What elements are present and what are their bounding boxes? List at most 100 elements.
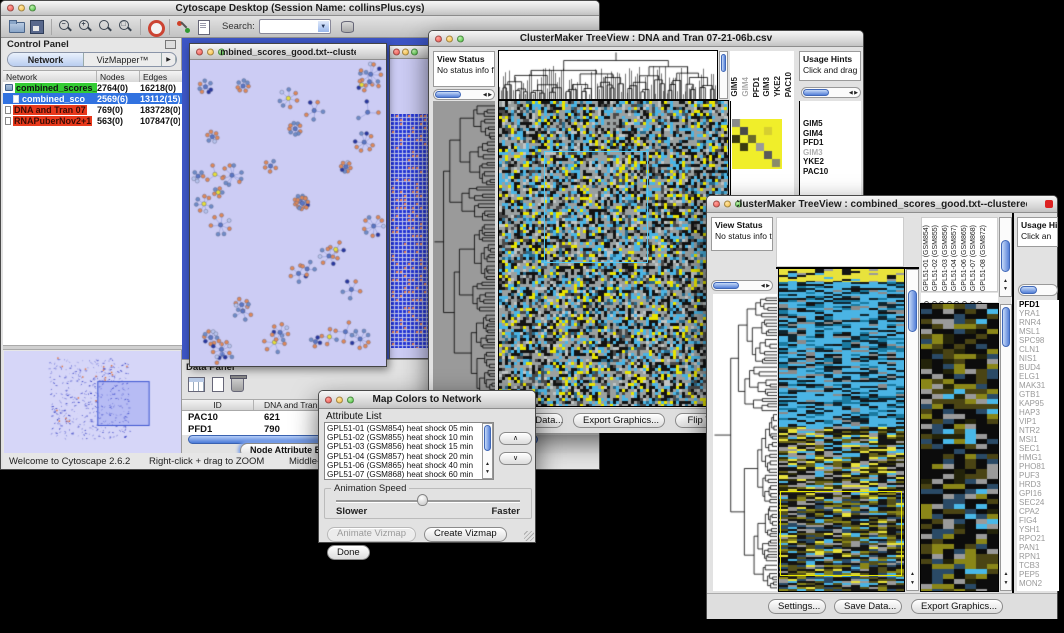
export-graphics-button[interactable]: Export Graphics... [911,599,1003,614]
column-label[interactable]: PFD1 [752,77,763,97]
close-icon[interactable] [713,201,720,208]
minimize-icon[interactable] [446,35,453,42]
network-nodes-icon[interactable] [174,18,194,35]
main-titlebar[interactable]: Cytoscape Desktop (Session Name: collins… [1,1,599,16]
scroll-arrows-icon[interactable] [483,90,492,99]
zoom-in-icon[interactable]: + [76,18,96,35]
gene-label[interactable]: PEP5 [1019,570,1059,579]
attribute-list-item[interactable]: GPL51-03 (GSM856) heat shock 15 min [327,442,491,451]
zoom-window-icon[interactable] [411,49,418,56]
column-label[interactable]: YKE2 [773,76,784,97]
dialog-button[interactable]: Animate Vizmap [327,527,416,542]
scroll-down-icon[interactable] [1001,580,1011,587]
column-label[interactable]: GIM5 [730,77,741,97]
scroll-arrows-icon[interactable] [761,281,770,290]
gene-label[interactable]: HMG1 [1019,453,1059,462]
dna-titlebar[interactable]: ClusterMaker TreeView : DNA and Tran 07-… [429,31,863,47]
gene-label[interactable]: RPN1 [1019,552,1059,561]
gene-label[interactable]: SPC98 [1019,336,1059,345]
label-vertical-scrollbar[interactable] [999,217,1012,297]
delete-attribute-icon[interactable] [231,377,244,392]
gene-label[interactable]: GPI16 [1019,489,1059,498]
view-status-scrollbar[interactable] [433,89,495,100]
save-data-button[interactable]: Save Data... [834,599,902,614]
scroll-down-icon[interactable] [907,580,918,587]
gene-label[interactable]: MSL1 [1019,327,1059,336]
scroll-thumb[interactable] [721,54,726,72]
view-status-scrollbar[interactable] [711,280,773,291]
row-dendrogram[interactable] [713,294,777,591]
gene-label[interactable]: PHO81 [1019,462,1059,471]
new-attribute-icon[interactable] [212,377,224,392]
usage-hints-scrollbar[interactable] [1018,284,1058,296]
panel-splitter[interactable] [3,345,182,350]
gene-label[interactable]: PAN1 [1019,543,1059,552]
scroll-up-icon[interactable] [1000,278,1011,285]
attribute-list-scrollbar[interactable] [482,423,493,479]
heatmap-selection-box[interactable] [544,151,648,263]
gene-label[interactable]: KAP95 [1019,399,1059,408]
zoom-fit-icon[interactable]: □ [116,18,136,35]
scroll-thumb[interactable] [484,425,491,451]
gene-label[interactable]: PFD1 [803,138,861,148]
gene-label[interactable]: YSH1 [1019,525,1059,534]
minimize-icon[interactable] [336,396,343,403]
settings-button[interactable]: Settings... [768,599,826,614]
tab-overflow-arrow-icon[interactable] [162,53,176,66]
gene-label[interactable]: NIS1 [1019,354,1059,363]
gene-label[interactable]: NTR2 [1019,426,1059,435]
scroll-thumb[interactable] [713,282,739,289]
help-lifesaver-icon[interactable] [145,18,165,35]
close-icon[interactable] [7,5,14,12]
attribute-table-icon[interactable] [188,377,205,392]
scroll-thumb[interactable] [908,290,917,332]
network-view-titlebar[interactable]: combined_scores_good.txt--cluste... [190,44,386,60]
dense-network-grid-view[interactable] [391,114,429,348]
minimize-icon[interactable] [207,48,214,55]
scroll-up-icon[interactable] [483,461,492,468]
open-session-icon[interactable] [7,18,27,35]
gene-label[interactable]: GIM3 [803,148,861,158]
minimize-icon[interactable] [402,49,409,56]
gene-label[interactable]: PFD1 [1019,300,1059,309]
column-dendrogram[interactable] [499,51,717,99]
gene-label[interactable]: SEC1 [1019,444,1059,453]
column-label[interactable]: GPL51-03 (GSM856) [941,225,950,291]
heatmap-selection-box[interactable] [780,491,902,576]
move-up-button[interactable]: ∧ [499,432,532,445]
column-label[interactable]: GPL51-02 (GSM855) [931,225,940,291]
speed-slider-track[interactable] [336,500,520,502]
gene-label[interactable]: VIP1 [1019,417,1059,426]
gene-label[interactable]: RPO21 [1019,534,1059,543]
gene-label[interactable]: PAC10 [803,167,861,177]
scroll-up-icon[interactable] [1001,571,1011,578]
gene-label[interactable]: CLN1 [1019,345,1059,354]
zoom-selected-icon[interactable] [96,18,116,35]
minimize-icon[interactable] [18,5,25,12]
gene-label[interactable]: RNR4 [1019,318,1059,327]
global-vertical-scrollbar[interactable] [906,269,919,591]
scroll-arrows-icon[interactable] [849,88,858,97]
zoom-out-icon[interactable]: − [56,18,76,35]
speed-slider-thumb[interactable] [417,494,428,506]
gene-label[interactable]: BUD4 [1019,363,1059,372]
dialog-button[interactable]: Done [327,545,370,560]
resize-grip[interactable] [524,531,534,541]
minimize-icon[interactable] [724,201,731,208]
export-graphics-button[interactable]: Export Graphics... [573,413,665,428]
scroll-thumb[interactable] [435,91,461,98]
close-icon[interactable] [325,396,332,403]
gene-label[interactable]: FIG4 [1019,516,1059,525]
attribute-list-item[interactable]: GPL51-01 (GSM854) heat shock 05 min [327,424,491,433]
combined-detail-heatmap[interactable] [921,304,998,591]
scroll-down-icon[interactable] [483,469,492,476]
float-panel-icon[interactable] [165,40,176,49]
network-graph-canvas[interactable] [190,60,386,366]
column-label[interactable]: GPL51-08 (GSM872) [979,225,988,291]
column-label[interactable]: GIM3 [762,77,773,97]
search-input[interactable] [259,19,331,34]
column-scrollbar[interactable] [719,51,728,99]
col-id[interactable]: ID [182,400,254,410]
network-list-row[interactable]: RNAPuberNov2+1 563(0) 107847(0) [3,115,182,126]
gene-label[interactable]: YKE2 [803,157,861,167]
